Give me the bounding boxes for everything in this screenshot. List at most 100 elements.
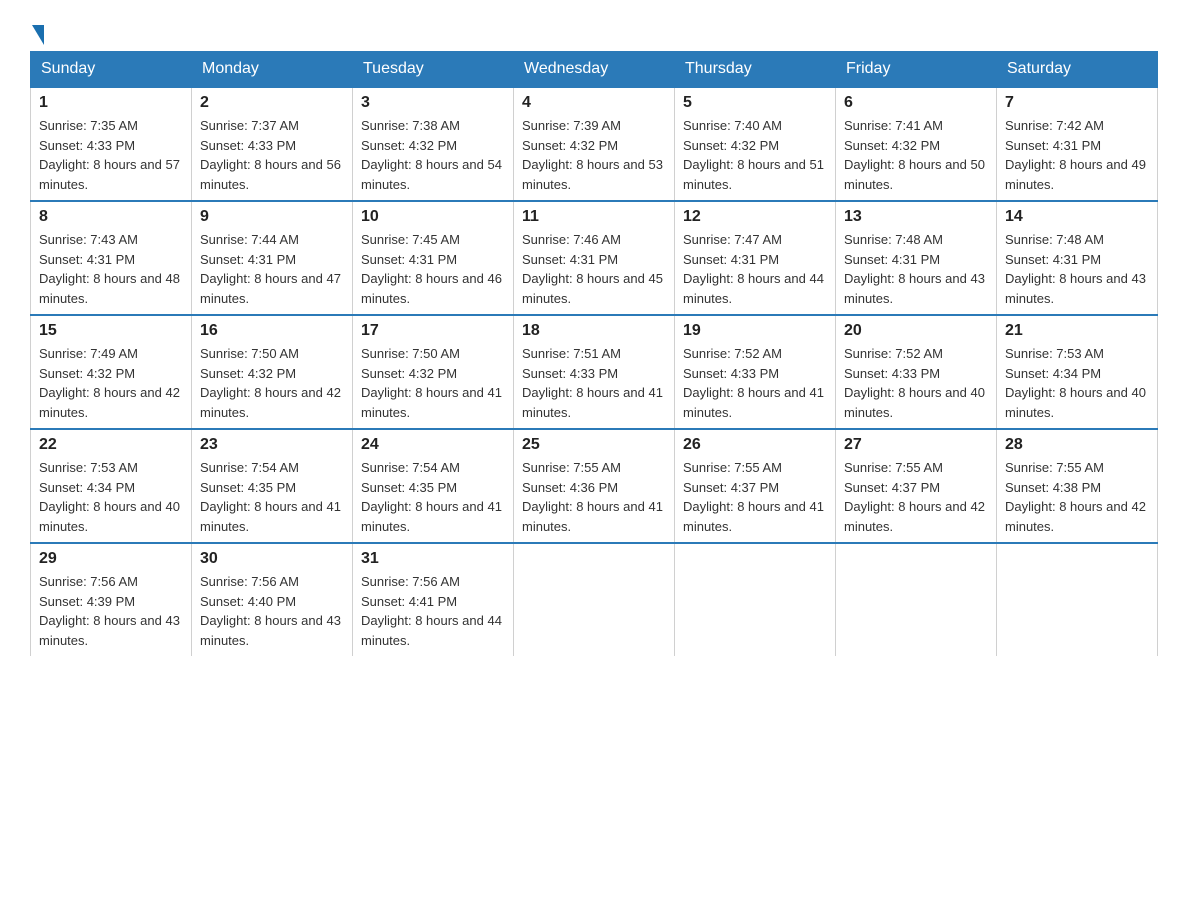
calendar-day-cell: 6 Sunrise: 7:41 AM Sunset: 4:32 PM Dayli…: [836, 87, 997, 201]
day-number: 10: [361, 208, 505, 226]
day-info: Sunrise: 7:44 AM Sunset: 4:31 PM Dayligh…: [200, 230, 344, 308]
day-number: 24: [361, 436, 505, 454]
day-info: Sunrise: 7:53 AM Sunset: 4:34 PM Dayligh…: [39, 458, 183, 536]
day-number: 21: [1005, 322, 1149, 340]
day-info: Sunrise: 7:49 AM Sunset: 4:32 PM Dayligh…: [39, 344, 183, 422]
day-info: Sunrise: 7:40 AM Sunset: 4:32 PM Dayligh…: [683, 116, 827, 194]
day-number: 6: [844, 94, 988, 112]
day-info: Sunrise: 7:37 AM Sunset: 4:33 PM Dayligh…: [200, 116, 344, 194]
day-info: Sunrise: 7:56 AM Sunset: 4:39 PM Dayligh…: [39, 572, 183, 650]
calendar-day-cell: [836, 543, 997, 656]
calendar-day-cell: 29 Sunrise: 7:56 AM Sunset: 4:39 PM Dayl…: [31, 543, 192, 656]
day-number: 7: [1005, 94, 1149, 112]
day-info: Sunrise: 7:54 AM Sunset: 4:35 PM Dayligh…: [361, 458, 505, 536]
day-of-week-header: Friday: [836, 52, 997, 88]
day-info: Sunrise: 7:52 AM Sunset: 4:33 PM Dayligh…: [683, 344, 827, 422]
day-info: Sunrise: 7:53 AM Sunset: 4:34 PM Dayligh…: [1005, 344, 1149, 422]
day-number: 16: [200, 322, 344, 340]
day-of-week-header: Tuesday: [353, 52, 514, 88]
calendar-day-cell: 2 Sunrise: 7:37 AM Sunset: 4:33 PM Dayli…: [192, 87, 353, 201]
day-info: Sunrise: 7:54 AM Sunset: 4:35 PM Dayligh…: [200, 458, 344, 536]
calendar-day-cell: 30 Sunrise: 7:56 AM Sunset: 4:40 PM Dayl…: [192, 543, 353, 656]
day-number: 2: [200, 94, 344, 112]
logo: [30, 25, 46, 41]
day-info: Sunrise: 7:48 AM Sunset: 4:31 PM Dayligh…: [844, 230, 988, 308]
day-info: Sunrise: 7:55 AM Sunset: 4:36 PM Dayligh…: [522, 458, 666, 536]
calendar-table: SundayMondayTuesdayWednesdayThursdayFrid…: [30, 51, 1158, 656]
calendar-day-cell: [514, 543, 675, 656]
day-info: Sunrise: 7:45 AM Sunset: 4:31 PM Dayligh…: [361, 230, 505, 308]
calendar-day-cell: 5 Sunrise: 7:40 AM Sunset: 4:32 PM Dayli…: [675, 87, 836, 201]
calendar-day-cell: 11 Sunrise: 7:46 AM Sunset: 4:31 PM Dayl…: [514, 201, 675, 315]
day-number: 25: [522, 436, 666, 454]
day-info: Sunrise: 7:52 AM Sunset: 4:33 PM Dayligh…: [844, 344, 988, 422]
calendar-week-row: 15 Sunrise: 7:49 AM Sunset: 4:32 PM Dayl…: [31, 315, 1158, 429]
day-number: 13: [844, 208, 988, 226]
calendar-day-cell: 18 Sunrise: 7:51 AM Sunset: 4:33 PM Dayl…: [514, 315, 675, 429]
calendar-day-cell: 1 Sunrise: 7:35 AM Sunset: 4:33 PM Dayli…: [31, 87, 192, 201]
day-number: 22: [39, 436, 183, 454]
day-number: 4: [522, 94, 666, 112]
day-info: Sunrise: 7:55 AM Sunset: 4:37 PM Dayligh…: [683, 458, 827, 536]
calendar-day-cell: 24 Sunrise: 7:54 AM Sunset: 4:35 PM Dayl…: [353, 429, 514, 543]
day-of-week-header: Monday: [192, 52, 353, 88]
day-number: 1: [39, 94, 183, 112]
calendar-day-cell: 7 Sunrise: 7:42 AM Sunset: 4:31 PM Dayli…: [997, 87, 1158, 201]
calendar-week-row: 29 Sunrise: 7:56 AM Sunset: 4:39 PM Dayl…: [31, 543, 1158, 656]
day-number: 29: [39, 550, 183, 568]
day-info: Sunrise: 7:46 AM Sunset: 4:31 PM Dayligh…: [522, 230, 666, 308]
day-info: Sunrise: 7:56 AM Sunset: 4:41 PM Dayligh…: [361, 572, 505, 650]
calendar-day-cell: 20 Sunrise: 7:52 AM Sunset: 4:33 PM Dayl…: [836, 315, 997, 429]
day-info: Sunrise: 7:51 AM Sunset: 4:33 PM Dayligh…: [522, 344, 666, 422]
day-number: 17: [361, 322, 505, 340]
calendar-week-row: 8 Sunrise: 7:43 AM Sunset: 4:31 PM Dayli…: [31, 201, 1158, 315]
day-number: 14: [1005, 208, 1149, 226]
calendar-header-row: SundayMondayTuesdayWednesdayThursdayFrid…: [31, 52, 1158, 88]
day-number: 26: [683, 436, 827, 454]
day-number: 28: [1005, 436, 1149, 454]
calendar-day-cell: 26 Sunrise: 7:55 AM Sunset: 4:37 PM Dayl…: [675, 429, 836, 543]
day-number: 15: [39, 322, 183, 340]
calendar-week-row: 22 Sunrise: 7:53 AM Sunset: 4:34 PM Dayl…: [31, 429, 1158, 543]
day-number: 5: [683, 94, 827, 112]
day-number: 11: [522, 208, 666, 226]
day-info: Sunrise: 7:39 AM Sunset: 4:32 PM Dayligh…: [522, 116, 666, 194]
calendar-day-cell: 28 Sunrise: 7:55 AM Sunset: 4:38 PM Dayl…: [997, 429, 1158, 543]
calendar-day-cell: 16 Sunrise: 7:50 AM Sunset: 4:32 PM Dayl…: [192, 315, 353, 429]
day-number: 8: [39, 208, 183, 226]
day-info: Sunrise: 7:41 AM Sunset: 4:32 PM Dayligh…: [844, 116, 988, 194]
day-info: Sunrise: 7:35 AM Sunset: 4:33 PM Dayligh…: [39, 116, 183, 194]
calendar-day-cell: 12 Sunrise: 7:47 AM Sunset: 4:31 PM Dayl…: [675, 201, 836, 315]
day-of-week-header: Thursday: [675, 52, 836, 88]
day-of-week-header: Wednesday: [514, 52, 675, 88]
day-number: 9: [200, 208, 344, 226]
day-info: Sunrise: 7:47 AM Sunset: 4:31 PM Dayligh…: [683, 230, 827, 308]
calendar-day-cell: 3 Sunrise: 7:38 AM Sunset: 4:32 PM Dayli…: [353, 87, 514, 201]
day-info: Sunrise: 7:42 AM Sunset: 4:31 PM Dayligh…: [1005, 116, 1149, 194]
calendar-day-cell: 13 Sunrise: 7:48 AM Sunset: 4:31 PM Dayl…: [836, 201, 997, 315]
calendar-day-cell: [675, 543, 836, 656]
calendar-day-cell: 15 Sunrise: 7:49 AM Sunset: 4:32 PM Dayl…: [31, 315, 192, 429]
calendar-day-cell: 19 Sunrise: 7:52 AM Sunset: 4:33 PM Dayl…: [675, 315, 836, 429]
page-header: [30, 20, 1158, 41]
day-number: 27: [844, 436, 988, 454]
day-info: Sunrise: 7:38 AM Sunset: 4:32 PM Dayligh…: [361, 116, 505, 194]
calendar-day-cell: 22 Sunrise: 7:53 AM Sunset: 4:34 PM Dayl…: [31, 429, 192, 543]
day-of-week-header: Sunday: [31, 52, 192, 88]
day-number: 30: [200, 550, 344, 568]
day-number: 19: [683, 322, 827, 340]
calendar-day-cell: 10 Sunrise: 7:45 AM Sunset: 4:31 PM Dayl…: [353, 201, 514, 315]
calendar-day-cell: 31 Sunrise: 7:56 AM Sunset: 4:41 PM Dayl…: [353, 543, 514, 656]
calendar-day-cell: 23 Sunrise: 7:54 AM Sunset: 4:35 PM Dayl…: [192, 429, 353, 543]
day-number: 23: [200, 436, 344, 454]
day-of-week-header: Saturday: [997, 52, 1158, 88]
calendar-day-cell: 27 Sunrise: 7:55 AM Sunset: 4:37 PM Dayl…: [836, 429, 997, 543]
day-info: Sunrise: 7:55 AM Sunset: 4:37 PM Dayligh…: [844, 458, 988, 536]
day-info: Sunrise: 7:43 AM Sunset: 4:31 PM Dayligh…: [39, 230, 183, 308]
calendar-day-cell: 17 Sunrise: 7:50 AM Sunset: 4:32 PM Dayl…: [353, 315, 514, 429]
day-number: 31: [361, 550, 505, 568]
calendar-day-cell: 8 Sunrise: 7:43 AM Sunset: 4:31 PM Dayli…: [31, 201, 192, 315]
day-number: 3: [361, 94, 505, 112]
day-number: 12: [683, 208, 827, 226]
day-info: Sunrise: 7:50 AM Sunset: 4:32 PM Dayligh…: [200, 344, 344, 422]
